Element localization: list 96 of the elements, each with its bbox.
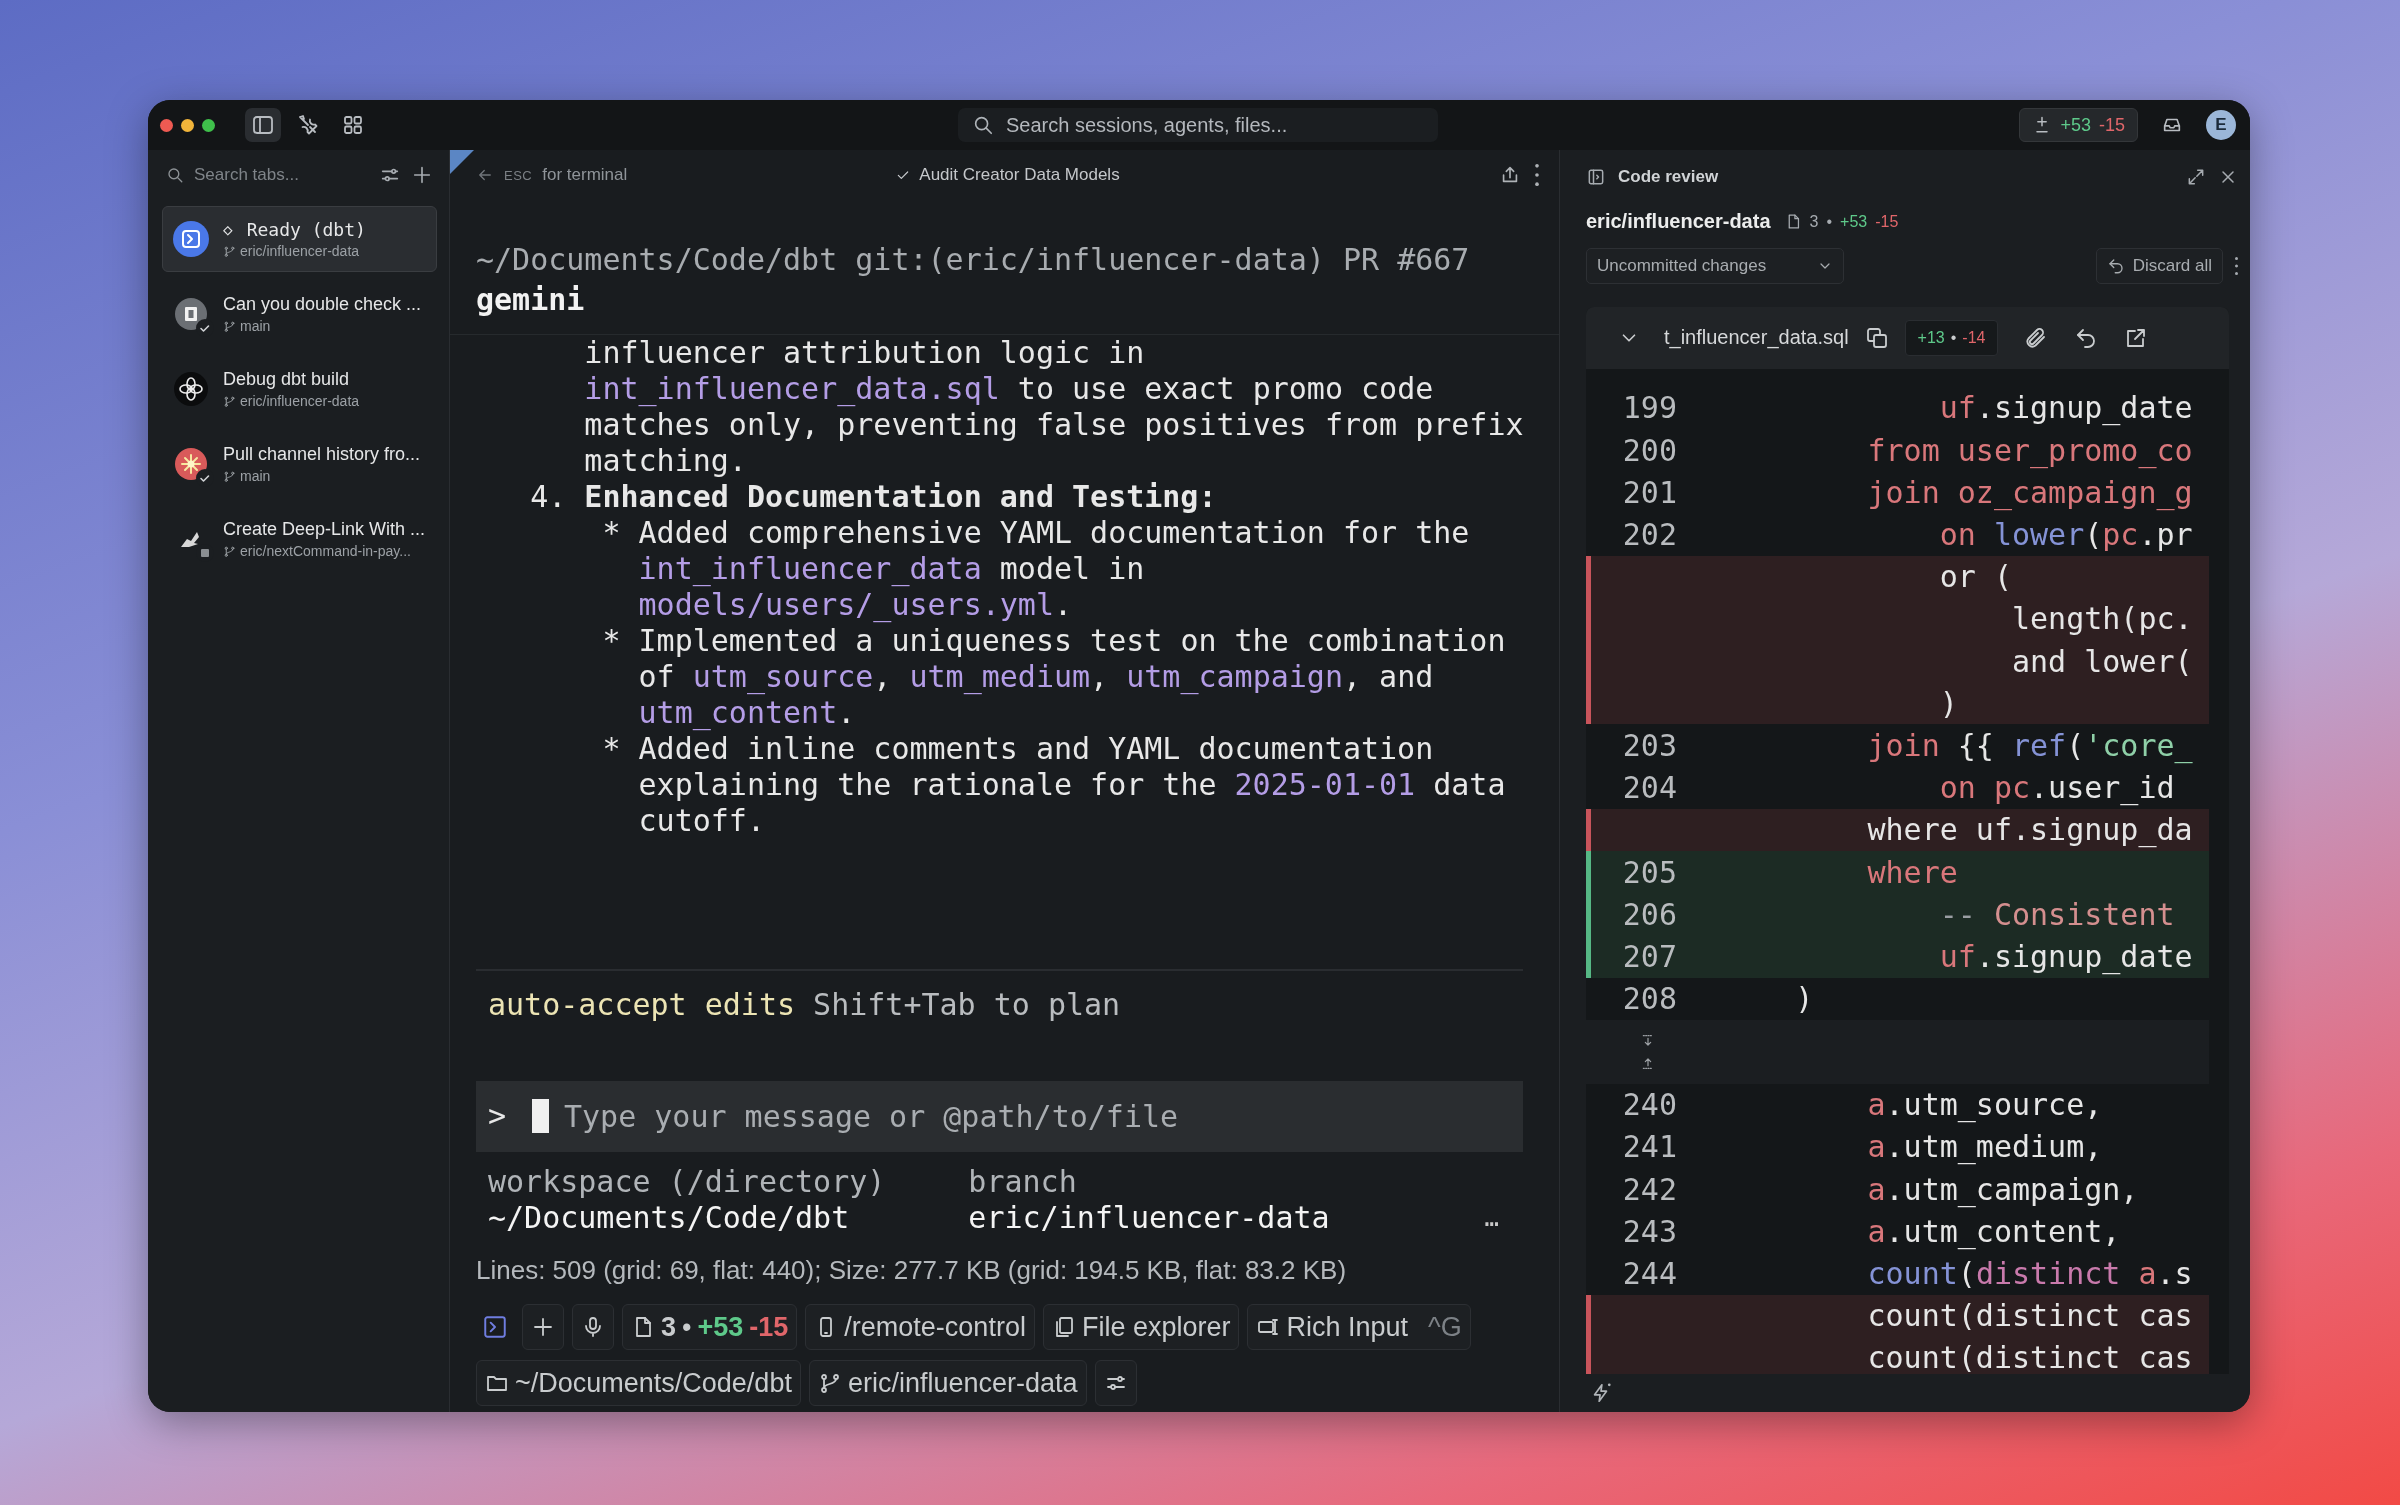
directory-button[interactable]: ~/Documents/Code/dbt: [476, 1360, 801, 1406]
branch-name: main: [240, 468, 271, 484]
tab-title: Create Deep-Link With ...: [223, 519, 426, 540]
line-number: 207: [1621, 938, 1677, 974]
file-explorer-button[interactable]: File explorer: [1042, 1304, 1240, 1350]
more-indicator: …: [1484, 1203, 1499, 1234]
bullet-marker: *: [602, 623, 622, 660]
list-number: 4.: [530, 479, 568, 515]
code-line: from user_promo_co: [1866, 432, 2193, 468]
line-number: 206: [1621, 896, 1677, 932]
status-glyph: ◇: [223, 220, 233, 239]
info-label: branch: [968, 1164, 1078, 1200]
rich-input-button[interactable]: Rich Input ^G: [1247, 1304, 1471, 1350]
task-title: Audit Creator Data Models: [919, 165, 1120, 185]
branch-name: main: [240, 318, 271, 334]
buffer-stats: Lines: 509 (grid: 69, flat: 440); Size: 277.7 KB (grid: 194.5 KB, flat: 83.2 KB): [476, 1254, 1348, 1287]
file-name: t_influencer_data.sql: [1664, 326, 1849, 350]
mode-hint: Shift+Tab to plan: [813, 987, 1121, 1022]
search-field[interactable]: Search tabs...: [192, 164, 369, 186]
diff-summary-button[interactable]: +53 -15: [2019, 108, 2138, 142]
file-count: 3: [1809, 212, 1819, 231]
code-line: or (: [1938, 559, 2012, 595]
branch-name: eric/influencer-data: [1586, 210, 1771, 234]
agent-name: gemini: [476, 282, 586, 318]
scope-dropdown[interactable]: Uncommitted changes: [1586, 247, 1844, 284]
code-line: -- Consistent: [1938, 896, 2175, 932]
bullet-text: Added comprehensive YAML documentation for the int_influencer_data model in models/users/_users.yml.: [638, 515, 1471, 623]
line-number: 208: [1621, 981, 1677, 1017]
code-line: join {{ ref('core_: [1866, 728, 2193, 763]
line-number: 204: [1621, 770, 1677, 806]
code-line: where: [1866, 854, 1958, 890]
code-line: a.utm_content,: [1866, 1213, 2121, 1249]
remote-control-button[interactable]: /remote-control: [805, 1304, 1035, 1350]
code-line: and lower(: [2011, 643, 2193, 679]
line-number: 200: [1621, 432, 1677, 468]
code-line: count(distinct cas: [1866, 1340, 2193, 1375]
user-avatar[interactable]: E: [2206, 110, 2236, 140]
branch-name: eric/influencer-data: [240, 243, 360, 259]
bullet-marker: *: [602, 515, 622, 552]
line-number: 241: [1621, 1129, 1677, 1165]
prompt-path: ~/Documents/Code/dbt git:(eric/influencer-data) PR #667: [476, 242, 1471, 278]
branch-name: eric/influencer-data: [240, 393, 360, 409]
response-text: influencer attribution logic in int_influencer_data.sql to use exact promo code matches only, preventing false positives from prefix matching.: [584, 335, 1525, 479]
bullet-text: Added inline comments and YAML documentation explaining the rationale for the 2025-01-01 data cutoff.: [638, 731, 1507, 839]
branch-button[interactable]: eric/influencer-data: [808, 1360, 1087, 1406]
bullet-marker: *: [602, 731, 622, 768]
key-hint: ESC: [504, 167, 533, 183]
line-number: 205: [1621, 854, 1677, 890]
line-number: 202: [1621, 517, 1677, 553]
panel-title: Code review: [1618, 167, 1720, 188]
tab-title: Pull channel history fro...: [223, 444, 421, 465]
session-tab[interactable]: Debug dbt build eric/influencer-data: [162, 356, 437, 422]
tab-title: Debug dbt build: [223, 369, 350, 390]
code-line: count(distinct a.s: [1866, 1256, 2193, 1292]
line-number: 243: [1621, 1213, 1677, 1249]
session-tab[interactable]: Pull channel history fro... main: [162, 431, 437, 497]
line-number: 240: [1621, 1087, 1677, 1123]
info-value: ~/Documents/Code/dbt: [488, 1200, 851, 1236]
code-line: where uf.signup_da: [1866, 812, 2193, 848]
info-label: workspace (/directory): [488, 1164, 886, 1200]
code-line: a.utm_medium,: [1866, 1129, 2103, 1165]
info-value: eric/influencer-data: [968, 1200, 1330, 1236]
prompt-symbol: >: [488, 1098, 507, 1134]
bullet-text: Implemented a uniqueness test on the combination of utm_source, utm_medium, utm_campaign, and utm_content.: [638, 623, 1507, 731]
search-field[interactable]: Search sessions, agents, files...: [958, 108, 1438, 142]
tab-title: Ready (dbt): [246, 219, 366, 240]
code-line: on pc.user_id: [1938, 770, 2175, 806]
code-line: count(distinct cas: [1866, 1298, 2193, 1334]
changes-button[interactable]: 3 • +53 -15: [622, 1304, 798, 1350]
session-tab[interactable]: Create Deep-Link With ... eric/nextCommand-in-pay...: [162, 506, 437, 572]
code-line: a.utm_campaign,: [1866, 1171, 2139, 1207]
added-count: +53: [1840, 212, 1868, 231]
mode-label: auto-accept edits: [488, 987, 796, 1022]
line-number: 244: [1621, 1256, 1677, 1292]
code-line: on lower(pc.pr: [1938, 517, 2193, 553]
tab-title: Can you double check ...: [223, 294, 422, 315]
removed-count: -15: [1875, 212, 1899, 231]
code-line: uf.signup_date: [1938, 390, 2193, 426]
code-line: length(pc.: [2011, 601, 2193, 637]
code-line: a.utm_source,: [1866, 1087, 2103, 1123]
discard-all-button[interactable]: Discard all: [2095, 247, 2223, 284]
hint-text: for terminal: [542, 165, 628, 185]
session-tab[interactable]: ◇ Ready (dbt) eric/influencer-data: [162, 206, 437, 272]
branch-name: eric/nextCommand-in-pay...: [240, 543, 411, 559]
code-line: join oz_campaign_g: [1866, 474, 2193, 510]
session-tab[interactable]: Can you double check ... main: [162, 281, 437, 347]
line-number: 201: [1621, 474, 1677, 510]
separator-dot: •: [1826, 212, 1833, 231]
diff-stat: +13 • -14: [1904, 319, 1999, 356]
code-line: uf.signup_date: [1938, 938, 2193, 974]
list-heading: Enhanced Documentation and Testing:: [584, 479, 1218, 515]
line-number: 199: [1621, 390, 1677, 426]
line-number: 242: [1621, 1171, 1677, 1207]
line-number: 203: [1621, 728, 1677, 763]
code-line: ): [1794, 981, 1814, 1017]
code-line: ): [1938, 685, 1958, 721]
